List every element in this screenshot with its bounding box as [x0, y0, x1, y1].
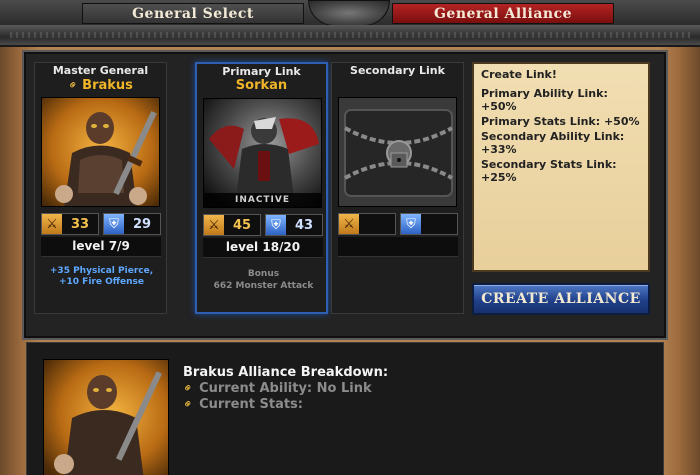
- create-alliance-button[interactable]: Create Alliance: [472, 283, 650, 315]
- defense-shield-icon: ⛨: [401, 214, 421, 234]
- defense-stat: ⛨ 43: [265, 214, 323, 236]
- stone-rail: [0, 25, 700, 47]
- defense-value: 29: [132, 216, 152, 232]
- attack-axe-icon: ⚔: [204, 215, 224, 235]
- current-stats-line: ⚭ Current Stats:: [179, 395, 303, 413]
- link-icon: ⚭: [64, 76, 82, 94]
- alliance-breakdown: Brakus Alliance Breakdown: ⚭ Current Abil…: [26, 342, 664, 475]
- general-portrait[interactable]: INACTIVE: [203, 98, 322, 208]
- general-name: ⚭Brakus: [35, 76, 166, 94]
- attack-stat: ⚔: [338, 213, 396, 235]
- inactive-badge: INACTIVE: [204, 193, 321, 207]
- current-ability: Current Ability: No Link: [199, 381, 372, 396]
- link-info-card: Create Link! Primary Ability Link: +50% …: [472, 62, 650, 272]
- level-label: level 18/20: [203, 238, 323, 258]
- breakdown-portrait: [43, 359, 169, 475]
- defense-value: 43: [294, 217, 314, 233]
- bonus-text: +35 Physical Pierce, +10 Fire Offense: [49, 266, 154, 287]
- locked-portrait[interactable]: [338, 97, 457, 207]
- attack-axe-icon: ⚔: [42, 214, 62, 234]
- link-icon: ⚭: [179, 379, 197, 397]
- general-name: Sorkan: [235, 78, 288, 93]
- slot-title: Master General: [52, 64, 149, 77]
- current-ability-line: ⚭ Current Ability: No Link: [179, 379, 372, 397]
- current-stats: Current Stats:: [199, 397, 303, 412]
- primary-link-slot[interactable]: Primary Link Sorkan INACTIVE ⚔ 45 ⛨ 43 l…: [195, 62, 328, 314]
- slot-title: Primary Link: [222, 65, 301, 78]
- info-secondary-ability: Secondary Ability Link: +33%: [481, 130, 625, 156]
- breakdown-title: Brakus Alliance Breakdown:: [183, 365, 389, 380]
- stat-row: ⚔ 45 ⛨ 43: [203, 214, 323, 236]
- defense-stat: ⛨ 29: [103, 213, 161, 235]
- alliance-panel: Master General ⚭Brakus ⚔ 33 ⛨ 29 level 7…: [22, 50, 668, 340]
- attack-stat: ⚔ 33: [41, 213, 99, 235]
- tab-emblem: [308, 0, 390, 26]
- attack-stat: ⚔ 45: [203, 214, 261, 236]
- attack-axe-icon: ⚔: [339, 214, 359, 234]
- slot-title: Secondary Link: [350, 64, 445, 77]
- defense-shield-icon: ⛨: [266, 215, 286, 235]
- level-label: [338, 237, 458, 257]
- master-general-slot[interactable]: Master General ⚭Brakus ⚔ 33 ⛨ 29 level 7…: [34, 62, 167, 314]
- info-primary-stats: Primary Stats Link: +50%: [481, 115, 640, 128]
- info-heading: Create Link!: [481, 68, 557, 81]
- attack-value: 45: [232, 217, 252, 233]
- stat-row: ⚔ ⛨: [338, 213, 458, 235]
- chain-lock-icon: [339, 98, 456, 206]
- info-primary-ability: Primary Ability Link: +50%: [481, 87, 608, 113]
- tab-general-select[interactable]: General Select: [82, 3, 304, 24]
- stat-row: ⚔ 33 ⛨ 29: [41, 213, 161, 235]
- general-name-text: Brakus: [82, 78, 133, 93]
- link-icon: ⚭: [179, 395, 197, 413]
- info-secondary-stats: Secondary Stats Link: +25%: [481, 158, 617, 184]
- level-label: level 7/9: [41, 237, 161, 257]
- general-portrait[interactable]: [41, 97, 160, 207]
- secondary-link-slot[interactable]: Secondary Link ⚔ ⛨: [331, 62, 464, 314]
- bonus-value: 662 Monster Attack: [213, 281, 314, 291]
- defense-shield-icon: ⛨: [104, 214, 124, 234]
- tab-bar: General Select General Alliance: [0, 0, 700, 26]
- attack-value: 33: [70, 216, 90, 232]
- defense-stat: ⛨: [400, 213, 458, 235]
- tab-general-alliance[interactable]: General Alliance: [392, 3, 614, 24]
